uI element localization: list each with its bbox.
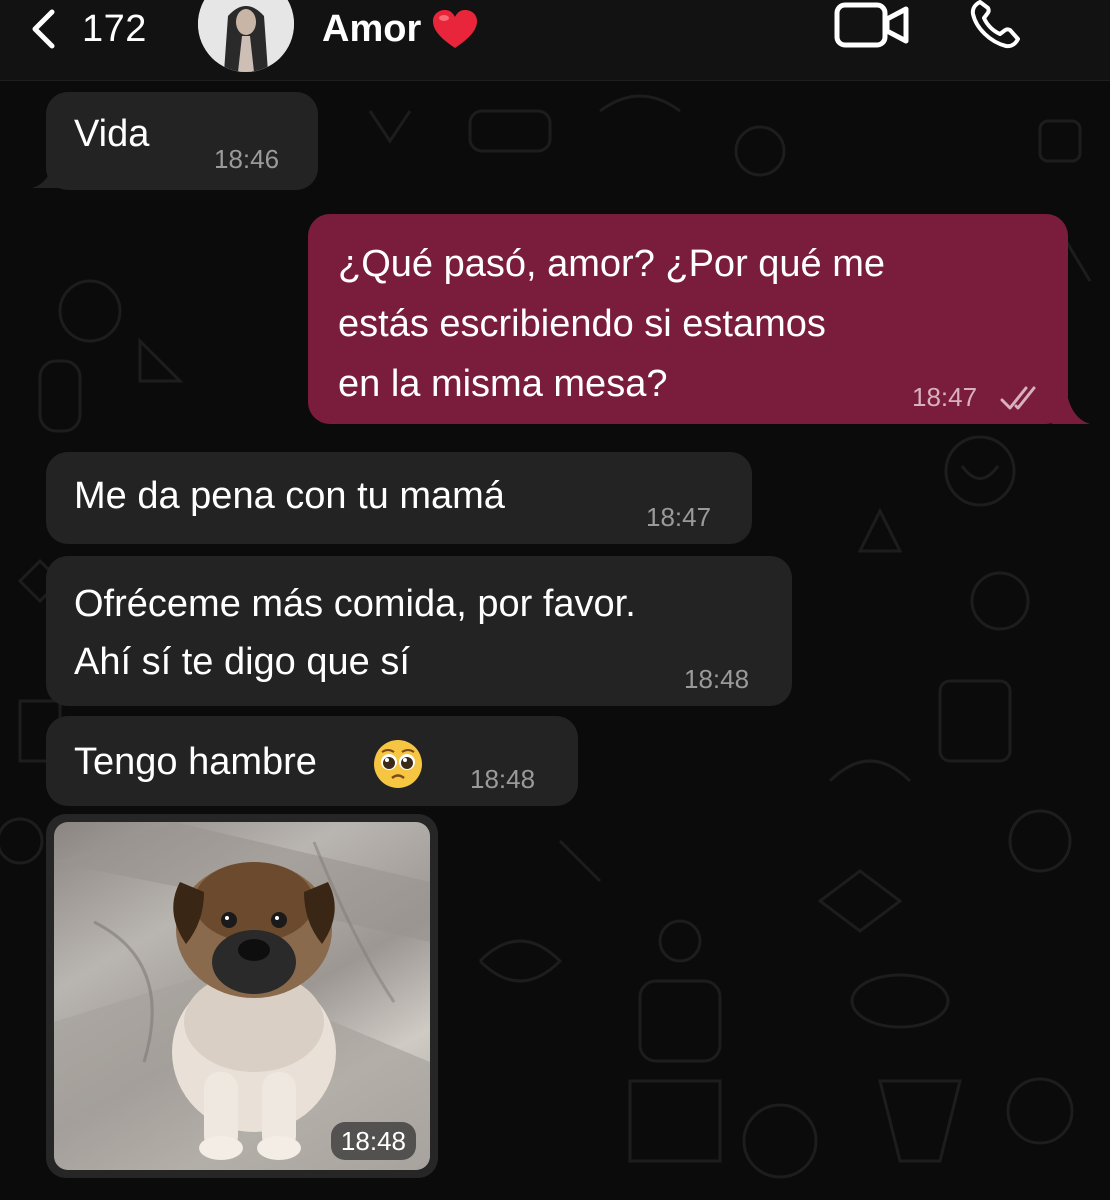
contact-name[interactable]: Amor [322, 4, 479, 54]
message-bubble[interactable]: Me da pena con tu mamá 18:47 [46, 452, 752, 544]
contact-name-label: Amor [322, 7, 422, 50]
message-text-line: Ofréceme más comida, por favor. [74, 583, 636, 625]
photo-message[interactable]: 18:48 [46, 814, 438, 1178]
message-text-line: Ahí sí te digo que sí [74, 641, 410, 683]
heart-icon [433, 10, 478, 48]
pleading-face-emoji [374, 740, 422, 788]
message-bubble[interactable]: Tengo hambre 18:48 [46, 716, 578, 806]
message-text: Vida [74, 113, 150, 155]
message-text: Tengo hambre [74, 741, 317, 783]
avatar-photo [198, 0, 294, 72]
photo-time: 18:48 [330, 1122, 416, 1160]
message-bubble[interactable]: Ofréceme más comida, por favor. Ahí sí t… [46, 556, 792, 706]
puppy-image [54, 822, 430, 1170]
message-bubble-outgoing[interactable]: ¿Qué pasó, amor? ¿Por qué me estás escri… [308, 214, 1068, 424]
message-time: 18:47 [912, 382, 978, 412]
double-check-icon [1000, 386, 1036, 410]
message-time: 18:47 [646, 502, 712, 532]
back-button[interactable]: 172 [22, 4, 147, 54]
chat-header: 172 Amor [0, 0, 1110, 81]
message-text: Me da pena con tu mamá [74, 475, 505, 517]
message-time: 18:48 [470, 764, 536, 794]
message-text-line: ¿Qué pasó, amor? ¿Por qué me [338, 243, 886, 285]
message-time: 18:46 [214, 144, 280, 174]
avatar[interactable] [198, 0, 294, 72]
chevron-left-icon [32, 9, 55, 49]
unread-count: 172 [82, 7, 147, 50]
message-bubble[interactable]: Vida 18:46 [46, 92, 318, 190]
message-text-line: en la misma mesa? [338, 363, 668, 405]
message-time: 18:48 [684, 664, 750, 694]
video-call-icon[interactable] [834, 2, 910, 48]
message-text-line: estás escribiendo si estamos [338, 303, 826, 345]
phone-call-icon[interactable] [968, 0, 1026, 50]
puppy-photo[interactable]: 18:48 [54, 822, 430, 1170]
